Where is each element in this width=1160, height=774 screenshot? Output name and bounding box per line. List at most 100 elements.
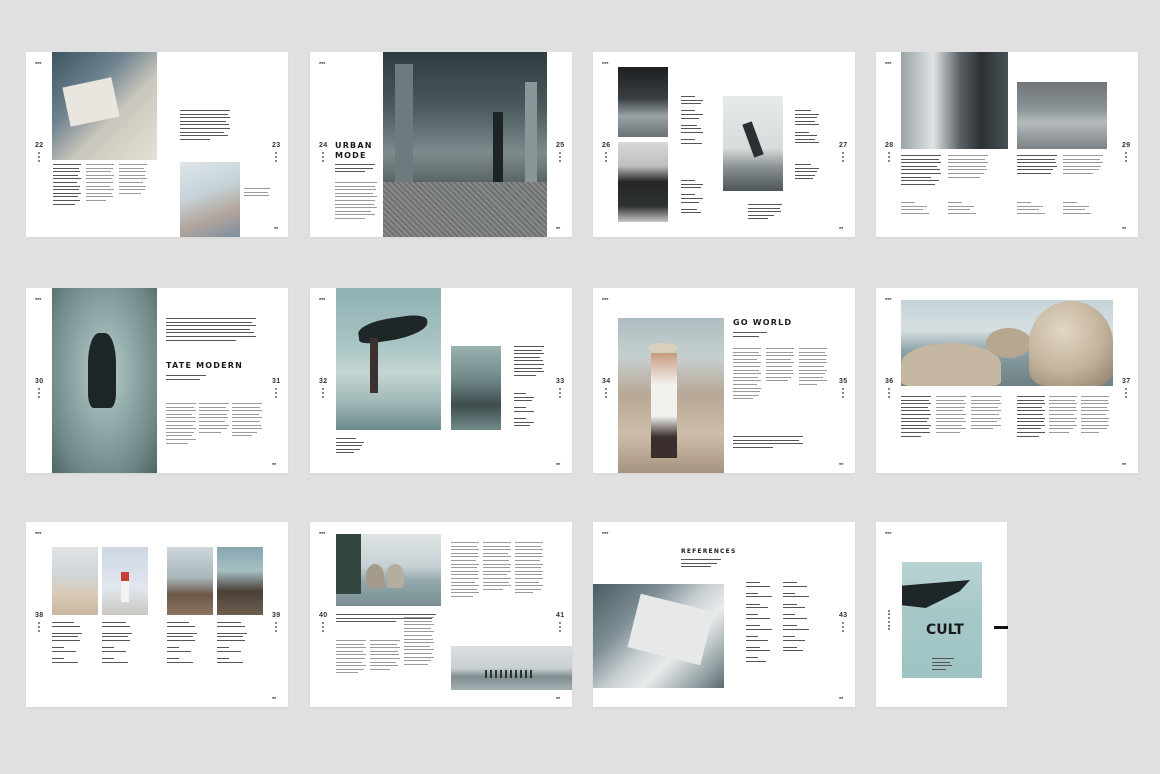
footer-mark: ■■	[272, 462, 277, 466]
spread-42-43[interactable]: ■■■ REFERENCES 43 ■■	[593, 522, 855, 707]
body-text	[199, 403, 229, 433]
intro-text	[166, 318, 256, 341]
page-number-right: 37	[1122, 378, 1131, 385]
body-text	[404, 617, 434, 665]
spread-34-35[interactable]: ■■■ 34 GO WORLD 35 ■■	[593, 288, 855, 473]
photo-rock-left	[366, 564, 384, 588]
article-title: URBAN MODE	[335, 141, 373, 160]
page-marker	[888, 610, 892, 630]
page-marker	[1125, 152, 1129, 162]
cover-tab-marker	[994, 626, 1008, 629]
page-number-right: 35	[839, 378, 848, 385]
page-marker	[842, 388, 846, 398]
page-number-left: 38	[35, 612, 44, 619]
spec-list	[1017, 202, 1047, 214]
caption-list	[102, 622, 132, 663]
spread-40-41[interactable]: ■■■ 40 41 ■■	[310, 522, 572, 707]
body-text	[948, 155, 988, 178]
page-marker	[605, 152, 609, 162]
page-number-right: 41	[556, 612, 565, 619]
body-text	[936, 396, 966, 433]
footer-mark: ■■	[274, 226, 279, 230]
page-marker	[275, 152, 279, 162]
body-text	[1049, 396, 1077, 433]
photo-woman-body	[651, 353, 677, 458]
page-marker	[842, 152, 846, 162]
footer-mark: ■■	[556, 462, 561, 466]
spread-38-39[interactable]: ■■■ 38 39 ■■	[26, 522, 288, 707]
page-marker	[322, 622, 326, 632]
page-marker	[38, 152, 42, 162]
page-marker	[38, 388, 42, 398]
caption-text	[244, 188, 270, 197]
page-number-right: 39	[272, 612, 281, 619]
page-number-left: 30	[35, 378, 44, 385]
running-head: ■■■	[885, 297, 892, 301]
page-number-left: 26	[602, 142, 611, 149]
running-head: ■■■	[319, 297, 326, 301]
page-marker	[275, 388, 279, 398]
body-text	[53, 164, 81, 205]
body-text	[1081, 396, 1109, 433]
page-marker	[605, 388, 609, 398]
page-number-right: 43	[839, 612, 848, 619]
photo-ground	[383, 182, 547, 237]
photo-pier-posts	[485, 670, 535, 678]
spread-36-37[interactable]: ■■■ 36 37 ■■	[876, 288, 1138, 473]
spec-list	[948, 202, 978, 214]
spread-30-31[interactable]: ■■■ 30 TATE MODERN 31 ■■	[26, 288, 288, 473]
body-text	[1017, 155, 1057, 174]
body-text	[766, 348, 794, 382]
cover-text	[932, 658, 954, 670]
page-marker	[38, 622, 42, 632]
page-number-left: 32	[319, 378, 328, 385]
page-marker	[559, 622, 563, 632]
page-number-right: 23	[272, 142, 281, 149]
caption-list	[52, 622, 82, 663]
photo-man-railing	[901, 52, 1008, 149]
spread-28-29[interactable]: ■■■ 28 29 ■■	[876, 52, 1138, 237]
footer-mark: ■■	[839, 696, 844, 700]
dek-text	[166, 375, 206, 380]
footer-mark: ■■	[839, 226, 844, 230]
spread-22-23[interactable]: ■■■ 22 23 ■■	[26, 52, 288, 237]
reference-list	[746, 582, 772, 663]
footer-mark: ■■	[839, 462, 844, 466]
photo-dancer-beach	[336, 288, 441, 430]
spread-32-33[interactable]: ■■■ 32 33 ■■	[310, 288, 572, 473]
photo-boulder	[986, 328, 1031, 358]
intro-text	[180, 110, 230, 140]
footer-mark: ■■	[1122, 462, 1127, 466]
caption-text	[748, 204, 782, 220]
spread-24-25[interactable]: ■■■ 24 URBAN MODE 25 ■■	[310, 52, 572, 237]
spec-list	[901, 202, 931, 214]
cover-title: CULT	[926, 622, 964, 638]
running-head: ■■■	[602, 61, 609, 65]
page-marker	[559, 152, 563, 162]
page-number-left: 40	[319, 612, 328, 619]
back-cover-cult[interactable]: ■■■ CULT	[876, 522, 1007, 707]
spread-26-27[interactable]: ■■■ 26 27 ■■	[593, 52, 855, 237]
dek-text	[335, 164, 375, 173]
article-title: GO WORLD	[733, 318, 793, 327]
page-marker	[322, 152, 326, 162]
page-number-right: 29	[1122, 142, 1131, 149]
photo-boulder	[1029, 301, 1113, 386]
page-number-left: 34	[602, 378, 611, 385]
page-number-left: 36	[885, 378, 894, 385]
body-text	[901, 155, 941, 185]
body-text	[370, 640, 400, 670]
photo-hand-holding	[180, 162, 240, 237]
body-text	[514, 346, 544, 376]
page-number-left: 24	[319, 142, 328, 149]
article-title: TATE MODERN	[166, 361, 244, 370]
photo-figure-water	[451, 346, 501, 430]
running-head: ■■■	[35, 297, 42, 301]
body-text	[901, 396, 931, 437]
body-text	[1017, 396, 1045, 437]
dek-text	[733, 332, 767, 337]
body-text	[515, 542, 543, 594]
running-head: ■■■	[602, 531, 609, 535]
body-text	[799, 348, 827, 385]
photo-sea-cliffs	[217, 547, 263, 615]
